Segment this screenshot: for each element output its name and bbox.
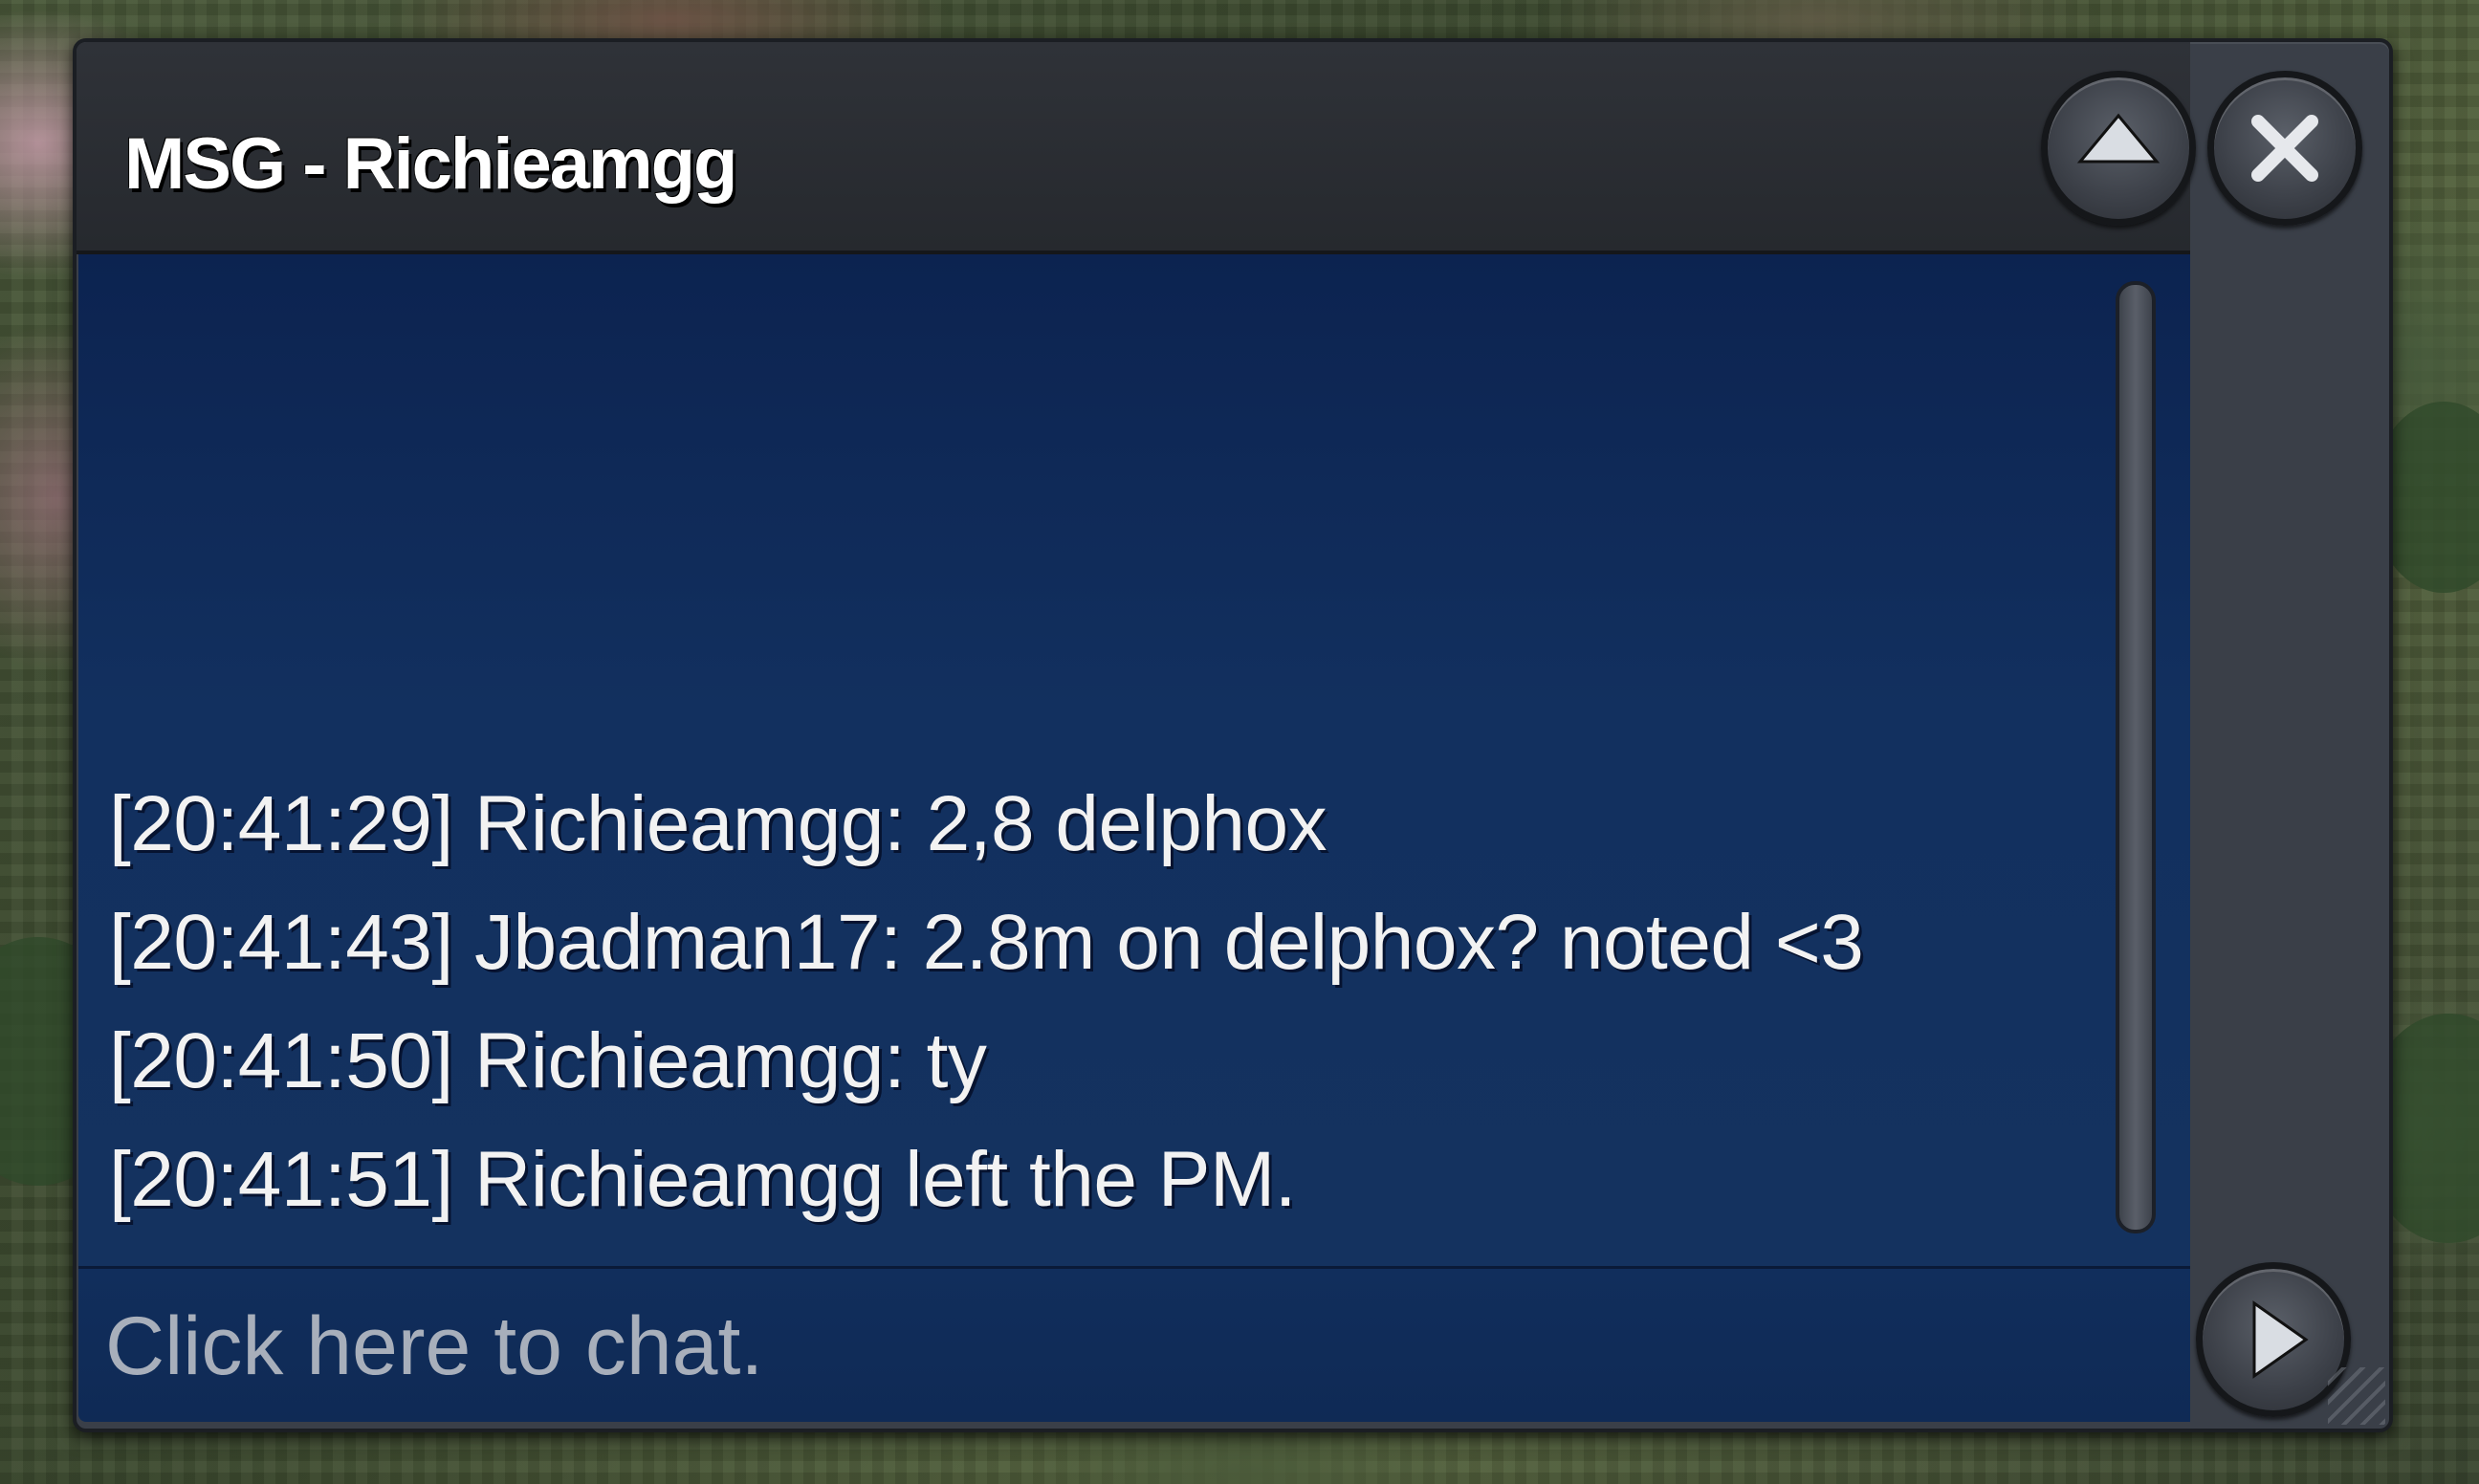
private-message-window: MSG - Richieamgg [20:41:29] Richieamgg: … xyxy=(73,38,2393,1432)
close-x-icon xyxy=(2251,115,2318,182)
triangle-up-icon xyxy=(2076,113,2161,164)
triangle-right-icon xyxy=(2252,1300,2309,1379)
chat-scrollbar[interactable] xyxy=(2116,281,2156,1233)
window-titlebar[interactable]: MSG - Richieamgg xyxy=(77,42,2190,254)
chat-message: [20:41:51] Richieamgg left the PM. xyxy=(109,1136,1297,1223)
chat-input-row xyxy=(78,1269,2190,1422)
chat-message: [20:41:50] Richieamgg: ty xyxy=(109,1017,987,1104)
window-title: MSG - Richieamgg xyxy=(124,123,737,205)
collapse-button[interactable] xyxy=(2041,71,2196,226)
chat-message: [20:41:43] Jbadman17: 2.8m on delphox? n… xyxy=(109,899,1864,986)
close-button[interactable] xyxy=(2207,71,2362,226)
message-list: [20:41:29] Richieamgg: 2,8 delphox [20:4… xyxy=(109,765,2108,1239)
chat-message: [20:41:29] Richieamgg: 2,8 delphox xyxy=(109,780,1327,867)
chat-input[interactable] xyxy=(103,1298,2163,1395)
chat-log[interactable]: [20:41:29] Richieamgg: 2,8 delphox [20:4… xyxy=(78,254,2190,1269)
resize-grip[interactable] xyxy=(2328,1367,2385,1425)
